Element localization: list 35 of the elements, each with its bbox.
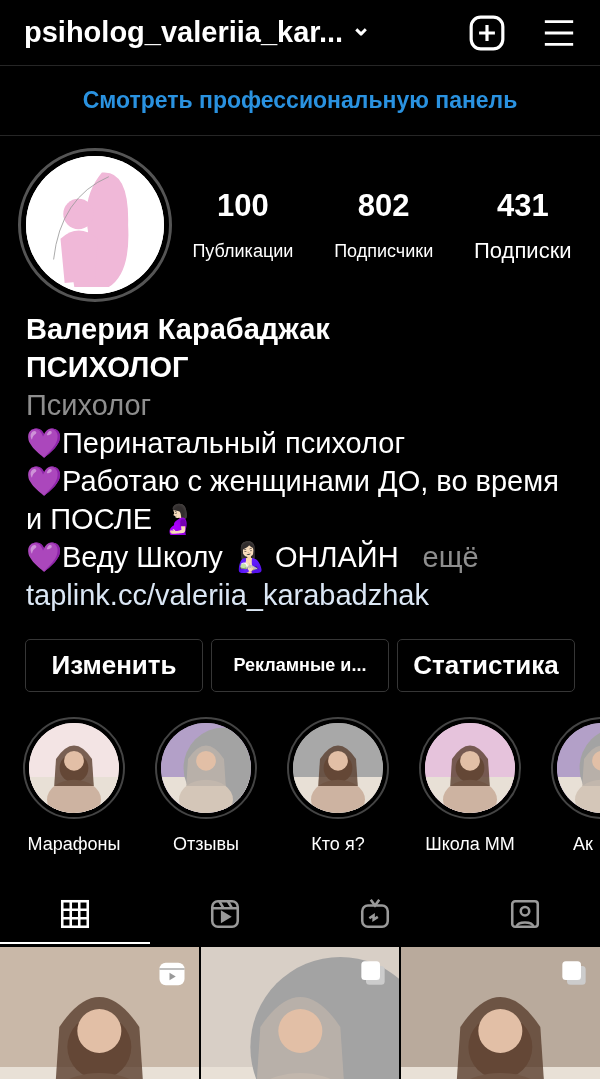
bio-line: 💜Работаю с женщинами ДО, во время и ПОСЛЕ 🤰🏻 <box>26 464 560 537</box>
bio-line: 💜Перинатальный психолог <box>26 426 407 461</box>
dropdown-caret[interactable]: ⌄ <box>351 8 372 45</box>
highlight-label: Отзывы <box>173 833 239 856</box>
person-tag-icon <box>508 897 542 931</box>
profile-button[interactable]: Статистика <box>397 639 575 692</box>
carousel-icon <box>560 959 588 987</box>
profile-link[interactable]: taplink.cc/valeriia_karabadzhak <box>26 576 574 614</box>
grid-icon <box>58 897 92 931</box>
profile-button[interactable]: Рекламные и... <box>211 639 389 692</box>
more-link[interactable]: ещё <box>422 541 479 573</box>
highlight-label: Ак <box>573 833 593 856</box>
highlight-label: Школа ММ <box>425 833 515 856</box>
add-icon[interactable] <box>468 13 506 52</box>
story-highlight[interactable] <box>419 717 521 819</box>
highlight-label: Кто я? <box>311 833 365 856</box>
stat-count: 431 <box>496 187 549 226</box>
highlight-label: Марафоны <box>27 833 121 856</box>
stat-count: 802 <box>357 187 410 226</box>
story-highlight[interactable] <box>287 717 389 819</box>
story-highlight[interactable] <box>23 717 125 819</box>
carousel-icon <box>359 959 388 987</box>
reels-icon <box>208 897 242 931</box>
stat-label[interactable]: Подписчики <box>334 237 434 265</box>
username[interactable]: psiholog_valeriia_kar... <box>24 10 344 55</box>
stat-label[interactable]: Публикации <box>192 237 294 265</box>
stat-label[interactable]: Подписки <box>474 233 572 267</box>
profile-name: Валерия Карабаджак ПСИХОЛОГ <box>26 312 331 385</box>
stat-count: 100 <box>217 187 269 226</box>
professional-dashboard-link[interactable]: Смотреть профессиональную панель <box>82 83 518 118</box>
tv-icon <box>358 897 392 931</box>
category-label: Психолог <box>26 388 153 423</box>
story-highlight[interactable] <box>155 717 257 819</box>
bio-line: 💜Веду Школу 🤱🏻 ОНЛАЙН ещё <box>26 539 480 576</box>
profile-button[interactable]: Изменить <box>25 639 203 692</box>
